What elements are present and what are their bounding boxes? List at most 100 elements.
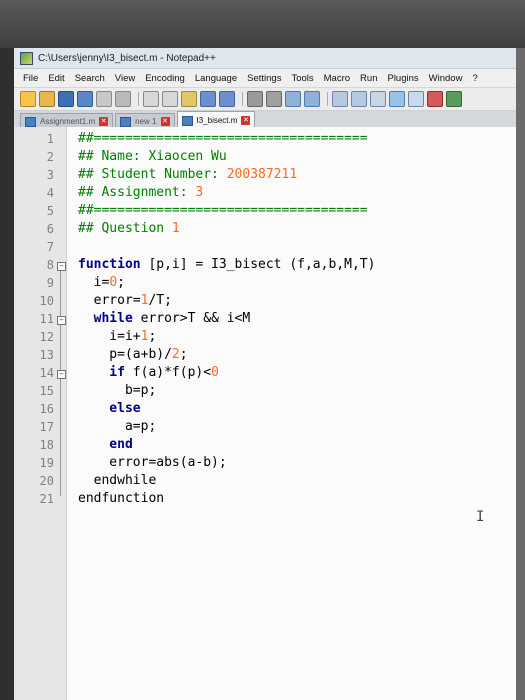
line-number-gutter: 1 2 3 4 5 6 7 8 9 10 11 12 13 14 15 16 1… [14, 127, 67, 700]
menu-search[interactable]: Search [70, 73, 110, 84]
copy-icon[interactable] [162, 91, 178, 107]
close-tab-icon[interactable]: ✕ [160, 117, 170, 126]
replace-icon[interactable] [266, 91, 282, 107]
code-token: ## Name: Xiaocen Wu [78, 149, 227, 164]
notepadpp-icon [20, 51, 33, 65]
monitor-bezel-right [516, 48, 525, 700]
code-token: error=abs(a-b); [78, 455, 227, 470]
code-token: [p,i] = I3_bisect (f,a,b,M,T) [140, 257, 376, 272]
code-token: endwhile [78, 473, 157, 488]
print-icon[interactable] [115, 91, 131, 107]
code-line-9: i=0; [78, 275, 125, 290]
menu-language[interactable]: Language [190, 73, 242, 84]
code-token: 1 [171, 221, 180, 236]
code-token: ##=================================== [78, 203, 368, 218]
fold-guide [60, 271, 61, 496]
close-file-icon[interactable] [96, 91, 112, 107]
save-icon[interactable] [58, 91, 74, 107]
code-editor[interactable]: 1 2 3 4 5 6 7 8 9 10 11 12 13 14 15 16 1… [14, 127, 516, 700]
window-title: C:\Users\jenny\I3_bisect.m - Notepad++ [38, 52, 216, 64]
code-token: end [78, 437, 133, 452]
code-token: ; [148, 329, 157, 344]
code-line-21: endfunction [78, 491, 164, 506]
paste-icon[interactable] [181, 91, 197, 107]
line-number: 3 [46, 168, 54, 182]
code-token: 3 [195, 185, 204, 200]
macro-play-icon[interactable] [446, 91, 462, 107]
code-line-10: error=1/T; [78, 293, 172, 308]
code-token: 0 [109, 275, 118, 290]
code-line-11: while error>T && i<M [78, 311, 251, 326]
close-tab-icon[interactable]: ✕ [99, 117, 109, 126]
code-line-5: ##=================================== [78, 203, 368, 218]
menu-help[interactable]: ? [467, 73, 482, 84]
tab-label: new 1 [135, 117, 157, 126]
monitor-bezel-top [0, 0, 525, 48]
file-saved-icon [120, 116, 132, 127]
line-number: 4 [46, 186, 54, 200]
file-saved-icon [181, 115, 193, 126]
code-token: f(a)*f(p)< [124, 365, 212, 380]
cut-icon[interactable] [143, 91, 159, 107]
fold-toggle-icon[interactable]: − [57, 316, 66, 325]
undo-icon[interactable] [200, 91, 216, 107]
code-line-13: p=(a+b)/2; [78, 347, 188, 362]
sync-scroll-icon[interactable] [332, 91, 348, 107]
code-token: 2 [171, 347, 180, 362]
line-number: 18 [39, 438, 54, 452]
find-icon[interactable] [247, 91, 263, 107]
zoom-in-icon[interactable] [285, 91, 301, 107]
code-token: ## Student Number: [78, 167, 227, 182]
zoom-out-icon[interactable] [304, 91, 320, 107]
line-number: 16 [39, 402, 54, 416]
code-line-2: ## Name: Xiaocen Wu [78, 149, 227, 164]
menu-view[interactable]: View [110, 73, 140, 84]
redo-icon[interactable] [219, 91, 235, 107]
toolbar [14, 88, 516, 111]
code-line-8: function [p,i] = I3_bisect (f,a,b,M,T) [78, 257, 375, 272]
fold-toggle-icon[interactable]: − [57, 262, 66, 271]
code-token: p=(a+b)/ [78, 347, 172, 362]
line-number: 9 [46, 276, 54, 290]
code-token: i= [78, 275, 110, 290]
code-line-4: ## Assignment: 3 [78, 185, 203, 200]
menu-run[interactable]: Run [355, 73, 382, 84]
code-token: ## Question [78, 221, 172, 236]
code-token: 200387211 [226, 167, 298, 182]
tab-label: I3_bisect.m [196, 116, 238, 125]
menu-tools[interactable]: Tools [286, 73, 318, 84]
menu-edit[interactable]: Edit [43, 73, 69, 84]
macro-record-icon[interactable] [427, 91, 443, 107]
line-number: 20 [39, 474, 54, 488]
word-wrap-icon[interactable] [351, 91, 367, 107]
new-file-icon[interactable] [20, 91, 36, 107]
menu-file[interactable]: File [18, 73, 43, 84]
close-tab-icon[interactable]: ✕ [241, 116, 251, 125]
tab-label: Assignment1.m [40, 117, 96, 126]
fold-toggle-icon[interactable]: − [57, 370, 66, 379]
menu-plugins[interactable]: Plugins [382, 73, 423, 84]
code-line-1: ##=================================== [78, 131, 368, 146]
line-number: 19 [39, 456, 54, 470]
code-line-12: i=i+1; [78, 329, 156, 344]
menu-encoding[interactable]: Encoding [140, 73, 190, 84]
show-all-chars-icon[interactable] [370, 91, 386, 107]
line-number: 12 [39, 330, 54, 344]
doc-map-icon[interactable] [408, 91, 424, 107]
menu-window[interactable]: Window [424, 73, 468, 84]
code-token: ; [117, 275, 125, 290]
code-token: error>T && i<M [132, 311, 251, 326]
code-token: /T; [148, 293, 172, 308]
line-number: 7 [46, 240, 54, 254]
code-line-20: endwhile [78, 473, 157, 488]
open-file-icon[interactable] [39, 91, 55, 107]
file-saved-icon [25, 116, 36, 127]
code-token: error= [78, 293, 141, 308]
code-token: ; [179, 347, 188, 362]
menu-settings[interactable]: Settings [242, 73, 286, 84]
indent-guide-icon[interactable] [389, 91, 405, 107]
menu-macro[interactable]: Macro [319, 73, 355, 84]
save-all-icon[interactable] [77, 91, 93, 107]
menu-bar: File Edit Search View Encoding Language … [14, 69, 516, 88]
code-token: a=p; [78, 419, 157, 434]
